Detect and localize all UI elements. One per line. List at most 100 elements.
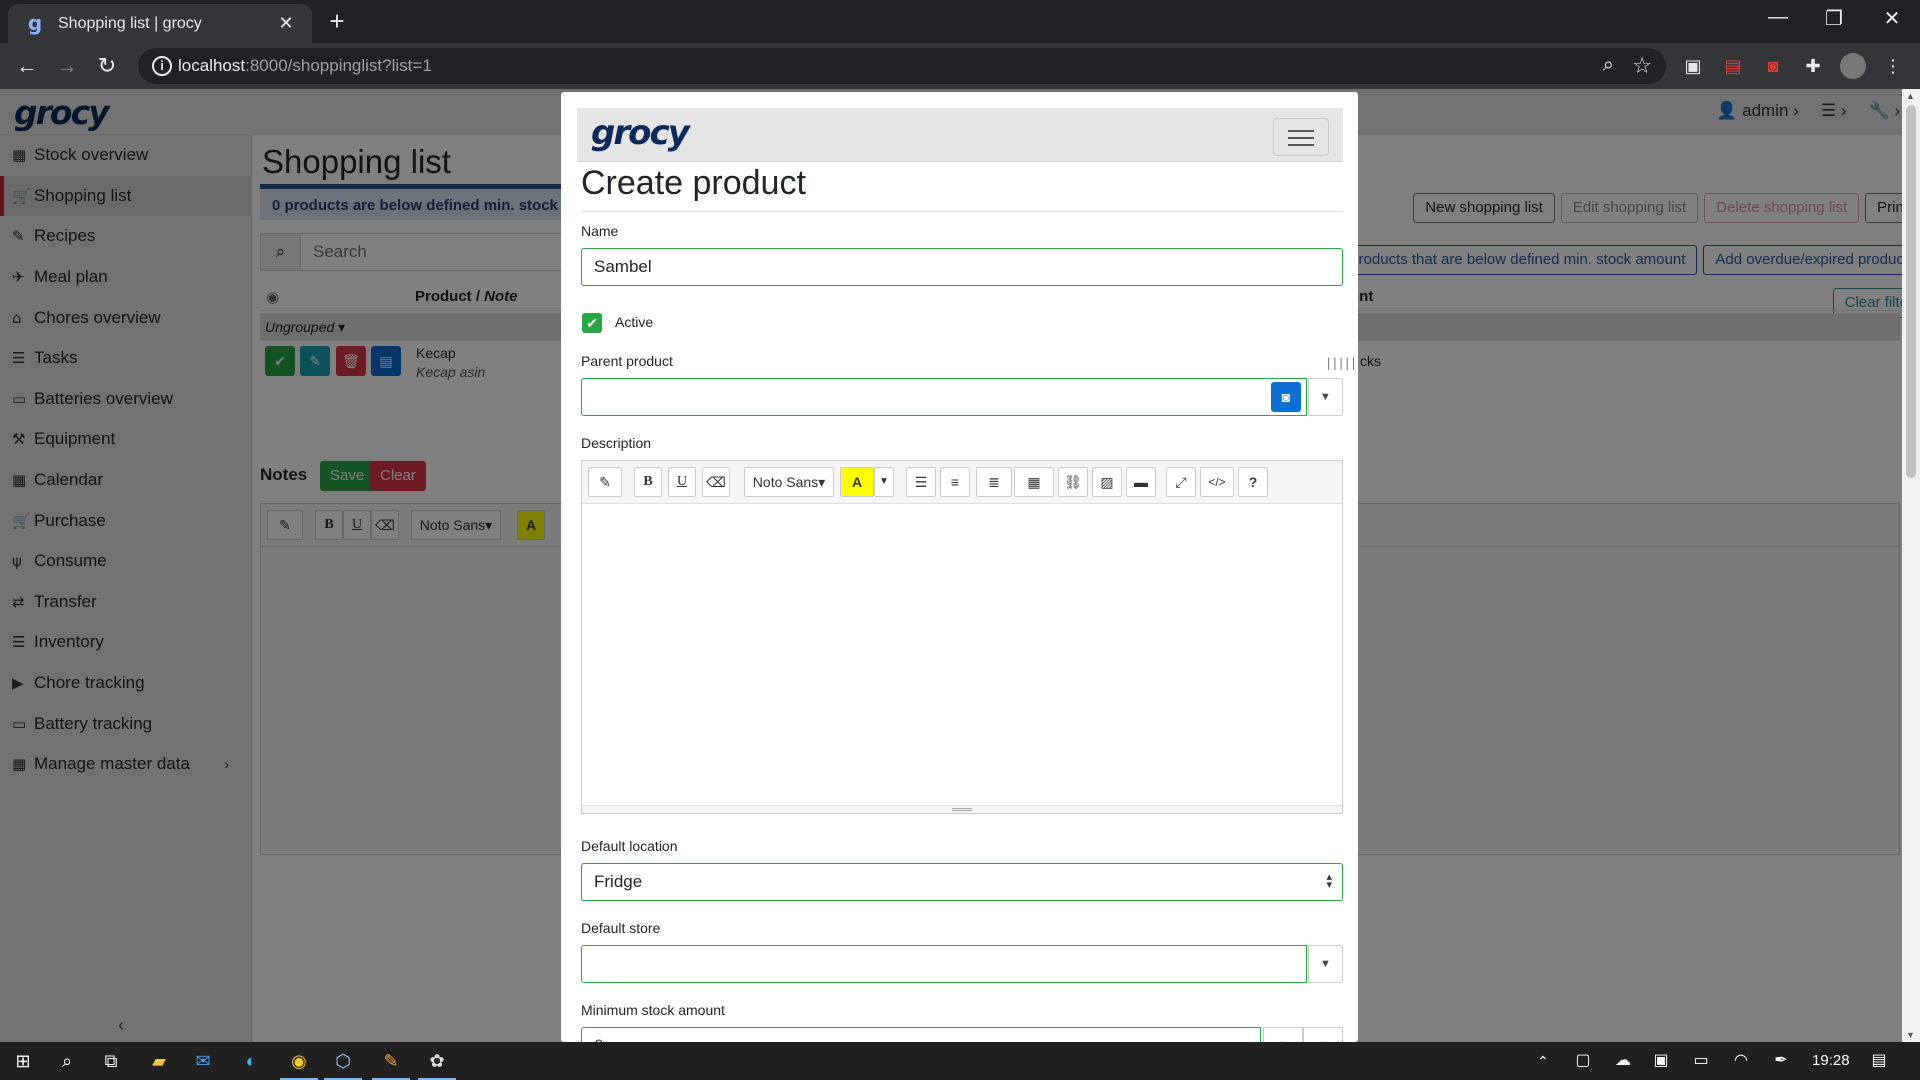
browser-tabbar: g Shopping list | grocy ✕ + — ❐ ✕ — [0, 0, 1920, 43]
extensions-puzzle-icon[interactable]: ✚ — [1800, 53, 1826, 79]
paragraph-align-icon[interactable]: ≣ — [976, 467, 1012, 497]
modal-title: Create product — [581, 164, 806, 202]
page-scrollbar[interactable]: ▲ ▼ — [1902, 89, 1920, 1042]
select-arrows-icon: ▴ ▾ — [1326, 871, 1332, 891]
default-store-input[interactable] — [581, 945, 1307, 983]
windows-start-icon[interactable]: ⊞ — [10, 1048, 36, 1074]
fullscreen-icon[interactable]: ⤢ — [1166, 467, 1196, 497]
default-store-combobox: ▼ — [581, 945, 1343, 983]
meet-now-icon[interactable]: ▢ — [1570, 1048, 1596, 1074]
underline-icon[interactable]: U — [668, 467, 696, 497]
battery-tray-icon[interactable]: ▭ — [1688, 1048, 1714, 1074]
pen-tray-icon[interactable]: ✒ — [1768, 1048, 1794, 1074]
minimum-stock-field: 0 ↑ ↓ — [581, 1027, 1343, 1042]
font-select[interactable]: Noto Sans▾ — [744, 467, 834, 497]
profile-avatar[interactable] — [1840, 53, 1866, 79]
app-misc-icon[interactable]: ✿ — [418, 1048, 456, 1080]
hamburger-menu-icon[interactable] — [1273, 118, 1329, 156]
forward-arrow-icon[interactable]: → — [52, 51, 82, 81]
tab-title: Shopping list | grocy — [58, 14, 202, 32]
address-bar[interactable]: i localhost:8000/shoppinglist?list=1 ⌕ ☆ — [138, 48, 1666, 84]
link-icon[interactable]: ⛓ — [1058, 467, 1088, 497]
active-label: Active — [615, 314, 654, 330]
scroll-down-icon[interactable]: ▼ — [1906, 1030, 1915, 1040]
minimum-stock-label: Minimum stock amount — [581, 1002, 725, 1018]
parent-product-label: Parent product — [581, 353, 673, 369]
increment-arrow-icon[interactable]: ↑ — [1263, 1027, 1303, 1042]
parent-product-combobox: ◙ ▼ — [581, 378, 1343, 416]
onedrive-cloud-icon[interactable]: ☁ — [1610, 1048, 1636, 1074]
app-cube-icon[interactable]: ⬡ — [324, 1048, 362, 1080]
modal-navbar: grocy — [577, 108, 1343, 162]
default-location-value: Fridge — [594, 872, 643, 891]
pocket-icon[interactable]: ◙ — [1760, 53, 1786, 79]
bullet-list-icon[interactable]: ☰ — [906, 467, 936, 497]
create-product-modal: grocy Create product Name Sambel ✔ Activ… — [561, 92, 1358, 1042]
highlight-color-icon[interactable]: A — [840, 467, 874, 497]
show-hidden-icons-icon[interactable]: ⌃ — [1530, 1048, 1556, 1074]
grocy-favicon-icon: g — [27, 10, 43, 35]
description-label: Description — [581, 435, 652, 451]
new-tab-button[interactable]: + — [324, 8, 350, 34]
bold-icon[interactable]: B — [634, 467, 662, 497]
editor-resize-handle[interactable] — [582, 805, 1342, 813]
bookmark-star-icon[interactable]: ☆ — [1632, 53, 1652, 79]
site-info-icon[interactable]: i — [152, 56, 172, 76]
zoom-icon[interactable]: ⌕ — [1603, 54, 1614, 77]
decrement-arrow-icon[interactable]: ↓ — [1303, 1027, 1343, 1042]
code-view-icon[interactable]: </> — [1200, 467, 1234, 497]
restore-window-icon[interactable]: ❐ — [1814, 6, 1854, 31]
wifi-icon[interactable]: ◠ — [1728, 1048, 1754, 1074]
default-location-select[interactable]: Fridge ▴ ▾ — [581, 863, 1343, 901]
minimize-window-icon[interactable]: — — [1758, 6, 1798, 29]
minimum-stock-input[interactable]: 0 — [581, 1027, 1261, 1042]
back-arrow-icon[interactable]: ← — [12, 51, 42, 81]
font-label: Noto Sans — [752, 474, 819, 490]
scrollbar-thumb[interactable] — [1906, 105, 1916, 478]
scroll-up-icon[interactable]: ▲ — [1906, 91, 1915, 101]
chrome-menu-icon[interactable]: ⋮ — [1880, 53, 1906, 79]
active-checkbox[interactable]: ✔ — [582, 313, 602, 333]
close-window-icon[interactable]: ✕ — [1872, 6, 1912, 31]
notifications-icon[interactable]: ▤ — [1866, 1048, 1892, 1074]
search-taskbar-icon[interactable]: ⌕ — [54, 1048, 80, 1074]
barcode-icon[interactable]: |||||| — [1325, 356, 1358, 370]
edge-browser-icon[interactable]: ◐ — [238, 1048, 264, 1074]
windows-taskbar: ⊞ ⌕ ⧉ ▰ ✉ ◐ ◉ ⬡ ✎ ✿ ⌃ ▢ ☁ ▣ ▭ ◠ ✒ 19:28 … — [0, 1042, 1920, 1080]
page-content: grocy 👤 admin › ☰ › 🔧 › ▦Stock overview🛒… — [0, 89, 1920, 1042]
parent-product-dropdown-icon[interactable]: ▼ — [1308, 378, 1343, 416]
file-explorer-icon[interactable]: ▰ — [146, 1048, 172, 1074]
reading-list-icon[interactable]: ▣ — [1680, 53, 1706, 79]
close-tab-icon[interactable]: ✕ — [274, 13, 298, 34]
chrome-taskbar-icon[interactable]: ◉ — [280, 1048, 318, 1080]
extension-red-icon[interactable]: ▤ — [1720, 53, 1746, 79]
camera-scan-icon[interactable]: ◙ — [1271, 382, 1301, 412]
color-dropdown-icon[interactable]: ▼ — [874, 467, 894, 497]
default-location-label: Default location — [581, 838, 678, 854]
tray-app-icon[interactable]: ▣ — [1648, 1048, 1674, 1074]
default-store-dropdown-icon[interactable]: ▼ — [1308, 945, 1343, 983]
parent-product-input[interactable] — [581, 378, 1307, 416]
clock[interactable]: 19:28 — [1812, 1052, 1850, 1069]
default-store-label: Default store — [581, 920, 661, 936]
task-view-icon[interactable]: ⧉ — [98, 1048, 124, 1074]
help-icon[interactable]: ? — [1238, 467, 1268, 497]
url-text: localhost:8000/shoppinglist?list=1 — [178, 56, 432, 76]
browser-tab[interactable]: g Shopping list | grocy ✕ — [8, 4, 312, 43]
table-icon[interactable]: ▦ — [1014, 467, 1054, 497]
divider — [581, 211, 1343, 212]
description-editor[interactable]: ✎ B U ⌫ Noto Sans▾ A ▼ ☰ ≡ ≣ ▦ ⛓ ▨ ▬ ⤢ <… — [581, 460, 1343, 814]
name-input[interactable]: Sambel — [581, 248, 1343, 286]
video-icon[interactable]: ▬ — [1126, 467, 1156, 497]
image-icon[interactable]: ▨ — [1092, 467, 1122, 497]
app-editor-icon[interactable]: ✎ — [372, 1048, 410, 1080]
mail-icon[interactable]: ✉ — [190, 1048, 216, 1074]
eraser-icon[interactable]: ⌫ — [702, 467, 730, 497]
url-host: localhost — [178, 56, 246, 75]
description-toolbar: ✎ B U ⌫ Noto Sans▾ A ▼ ☰ ≡ ≣ ▦ ⛓ ▨ ▬ ⤢ <… — [582, 461, 1342, 504]
numbered-list-icon[interactable]: ≡ — [940, 467, 970, 497]
reload-icon[interactable]: ↻ — [92, 51, 122, 81]
name-label: Name — [581, 223, 619, 239]
magic-style-icon[interactable]: ✎ — [588, 467, 622, 497]
modal-grocy-logo[interactable]: grocy — [591, 113, 690, 153]
